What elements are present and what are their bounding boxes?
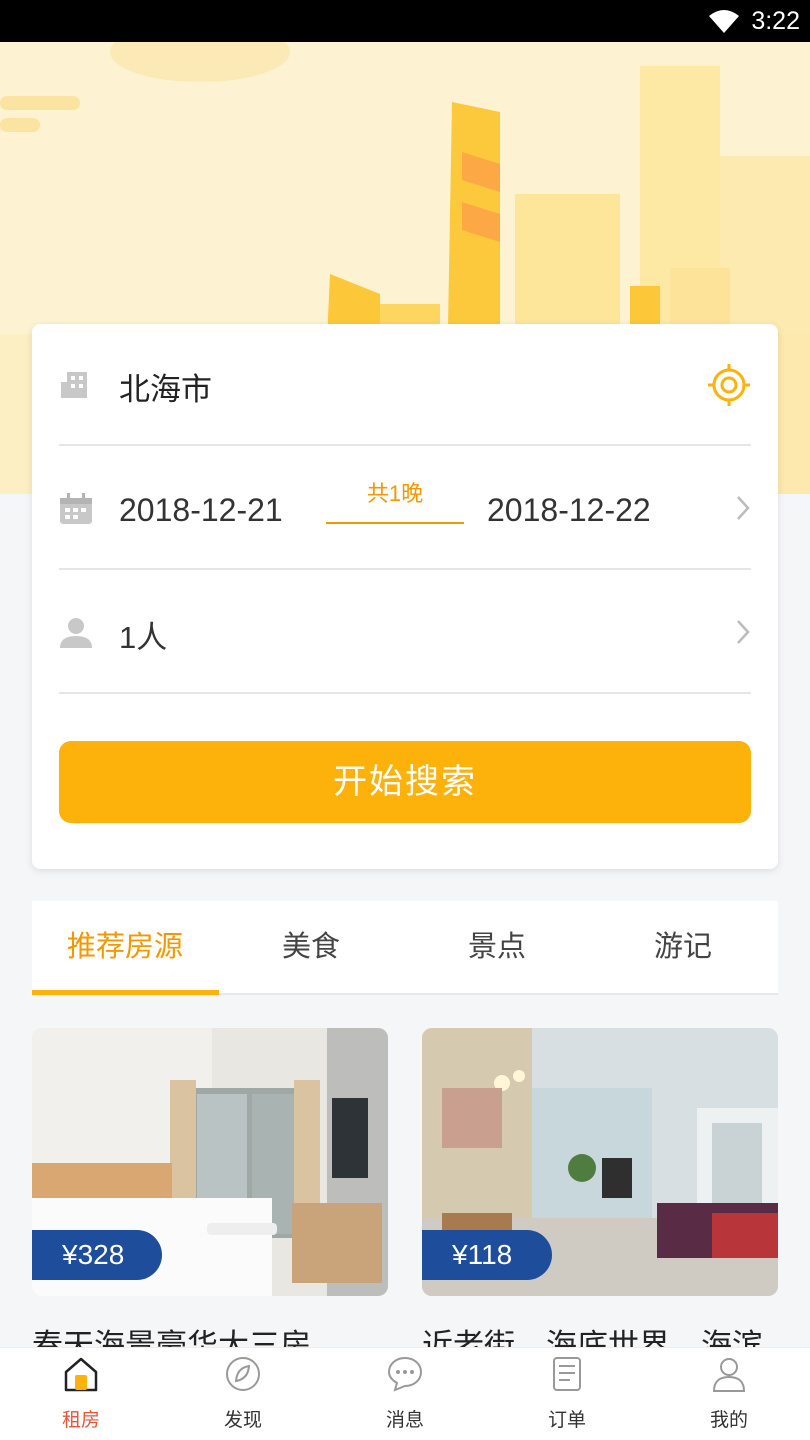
nav-orders[interactable]: 订单 xyxy=(486,1348,648,1440)
wifi-icon xyxy=(709,10,739,33)
guest-count: 1人 xyxy=(119,620,168,655)
tab-indicator xyxy=(32,990,219,995)
chevron-right-icon xyxy=(737,496,750,520)
checkout-date[interactable]: 2018-12-22 xyxy=(487,492,651,529)
category-tabs: 推荐房源 美食 景点 游记 xyxy=(32,901,778,995)
nights-count: 共1晚 xyxy=(366,481,424,506)
checkin-date[interactable]: 2018-12-21 xyxy=(119,492,283,529)
nav-label: 我的 xyxy=(709,1410,748,1431)
calendar-icon xyxy=(60,493,92,524)
nav-label: 订单 xyxy=(547,1410,586,1431)
bottom-nav: 租房 发现 消息 订单 我的 xyxy=(0,1347,810,1440)
nav-profile[interactable]: 我的 xyxy=(648,1348,810,1440)
city-name: 北海市 xyxy=(119,372,212,407)
tab-recommended[interactable]: 推荐房源 xyxy=(32,901,218,993)
chevron-right-icon xyxy=(737,620,750,644)
listing-card[interactable]: ¥118 xyxy=(422,1028,778,1296)
guest-row[interactable]: 1人 xyxy=(59,572,751,694)
chat-icon xyxy=(387,1356,423,1392)
locate-icon[interactable] xyxy=(707,363,751,407)
price-tag: ¥328 xyxy=(32,1230,162,1280)
search-button[interactable]: 开始搜索 xyxy=(59,741,751,823)
nav-label: 发现 xyxy=(223,1410,262,1431)
status-time: 3:22 xyxy=(751,7,800,35)
nav-label: 消息 xyxy=(385,1410,424,1431)
tab-food[interactable]: 美食 xyxy=(218,901,404,993)
nights-divider xyxy=(326,522,464,524)
user-icon xyxy=(712,1358,746,1392)
tab-attractions[interactable]: 景点 xyxy=(404,901,590,993)
date-row[interactable]: 2018-12-21 共1晚 2018-12-22 xyxy=(59,448,751,570)
status-bar: 3:22 xyxy=(0,0,810,42)
nav-discover[interactable]: 发现 xyxy=(162,1348,324,1440)
nav-label: 租房 xyxy=(61,1410,100,1431)
price-tag: ¥118 xyxy=(422,1230,552,1280)
person-icon xyxy=(60,618,92,648)
search-card: 北海市 2018-12-21 共1晚 2018-12-22 1人 开始搜索 xyxy=(32,324,778,869)
nav-messages[interactable]: 消息 xyxy=(324,1348,486,1440)
nav-rent[interactable]: 租房 xyxy=(0,1348,162,1440)
listing-card[interactable]: ¥328 xyxy=(32,1028,388,1296)
tab-travelogue[interactable]: 游记 xyxy=(590,901,776,993)
home-icon xyxy=(64,1357,98,1392)
order-icon xyxy=(553,1357,581,1391)
compass-icon xyxy=(226,1357,260,1391)
city-row[interactable]: 北海市 xyxy=(59,324,751,446)
building-icon xyxy=(61,372,87,398)
